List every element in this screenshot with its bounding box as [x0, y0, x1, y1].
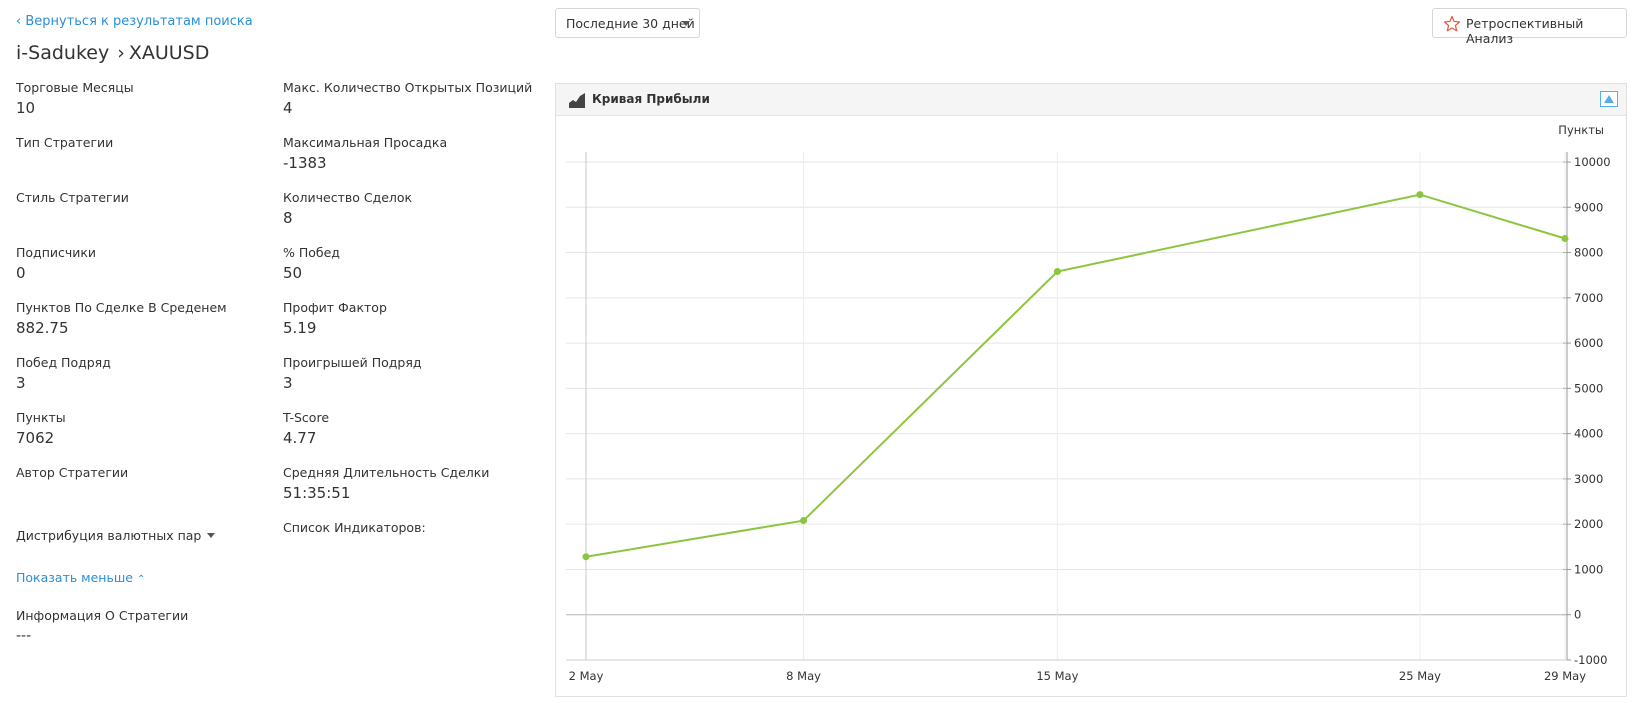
x-tick-label: 2 May — [569, 669, 604, 683]
chart-title: Кривая Прибыли — [592, 92, 710, 106]
stat-item: Тип Стратегии — [16, 135, 266, 154]
data-point — [800, 517, 808, 525]
stat-label: Список Индикаторов: — [283, 520, 426, 535]
stat-value: 50 — [283, 264, 303, 282]
stat-item: Подписчики 0 — [16, 245, 266, 282]
y-tick-label: 4000 — [1574, 427, 1603, 441]
stat-value: 3 — [16, 374, 26, 392]
stat-item: Стиль Стратегии — [16, 190, 266, 209]
y-tick-label: 1000 — [1574, 562, 1603, 576]
y-tick-label: 0 — [1574, 608, 1581, 622]
expand-icon[interactable] — [1600, 91, 1618, 107]
x-tick-label: 8 May — [786, 669, 821, 683]
stat-value: 10 — [16, 99, 36, 117]
stat-label: Количество Сделок — [283, 190, 413, 205]
data-point — [1416, 191, 1424, 199]
stat-item: % Побед 50 — [283, 245, 533, 282]
y-tick-label: 6000 — [1574, 336, 1603, 350]
stat-value: 3 — [283, 374, 293, 392]
stat-value: 51:35:51 — [283, 484, 351, 502]
y-tick-label: 3000 — [1574, 472, 1603, 486]
retrospective-analysis-label: Ретроспективный Анализ — [1466, 16, 1584, 46]
stat-item: Средняя Длительность Сделки 51:35:51 — [283, 465, 533, 502]
stat-value: -1383 — [283, 154, 327, 172]
stat-value: 7062 — [16, 429, 55, 447]
profit-curve-panel: Кривая Прибыли Пункты 10000 9000 8000 7000 60… — [555, 83, 1627, 697]
stat-label: Побед Подряд — [16, 355, 111, 370]
stat-item: Максимальная Просадка -1383 — [283, 135, 533, 172]
y-tick-label: -1000 — [1574, 653, 1607, 667]
period-selected-value: Последние 30 дней — [566, 16, 695, 31]
y-tick-label: 2000 — [1574, 517, 1603, 531]
star-icon — [1443, 15, 1461, 32]
strategy-info-label: Информация О Стратегии — [16, 608, 189, 623]
y-tick-label: 10000 — [1574, 155, 1611, 169]
stat-item: T-Score 4.77 — [283, 410, 533, 447]
stat-label: % Побед — [283, 245, 340, 260]
stat-item: Пункты 7062 — [16, 410, 266, 447]
y-tick-label: 5000 — [1574, 381, 1603, 395]
retrospective-analysis-button[interactable]: Ретроспективный Анализ — [1432, 8, 1627, 46]
stat-label: Пунктов По Сделке В Среденем — [16, 300, 227, 315]
trader-name: i-Sadukey — [16, 42, 110, 64]
stat-item: Список Индикаторов: — [283, 520, 533, 539]
stat-label: Пункты — [16, 410, 66, 425]
profit-series-line — [585, 193, 1566, 558]
x-tick-label: 25 May — [1399, 669, 1441, 683]
stat-label: Макс. Количество Открытых Позиций — [283, 80, 533, 95]
stat-item: Количество Сделок 8 — [283, 190, 533, 227]
y-tick-label: 8000 — [1574, 246, 1603, 260]
show-less-label: Показать меньше — [16, 570, 133, 585]
stat-item: Автор Стратегии — [16, 465, 266, 484]
chevron-up-icon: ⌃ — [136, 574, 146, 585]
stat-value: 4.77 — [283, 429, 317, 447]
stat-label: Подписчики — [16, 245, 97, 260]
chevron-down-icon — [207, 533, 216, 538]
x-tick-label: 15 May — [1036, 669, 1078, 683]
stat-label: Максимальная Просадка — [283, 135, 448, 150]
stat-label: Автор Стратегии — [16, 465, 129, 480]
stat-item: Макс. Количество Открытых Позиций 4 — [283, 80, 533, 117]
stat-item: Пунктов По Сделке В Среденем 882.75 — [16, 300, 266, 337]
period-select[interactable]: Последние 30 дней — [555, 8, 700, 38]
y-tick-label: 9000 — [1574, 200, 1603, 214]
page-title: i-Sadukey › XAUUSD — [16, 42, 209, 64]
stat-label: Профит Фактор — [283, 300, 387, 315]
stat-value: 8 — [283, 209, 293, 227]
y-axis-label: Пункты — [1558, 123, 1604, 137]
data-point — [1053, 268, 1061, 276]
stat-item: Проигрышей Подряд 3 — [283, 355, 533, 392]
chevron-down-icon — [682, 21, 690, 26]
profit-curve-chart: Пункты1000090008000700060005000400030002… — [566, 123, 1611, 683]
area-chart-icon — [569, 93, 585, 108]
stat-item: Профит Фактор 5.19 — [283, 300, 533, 337]
stat-value: 0 — [16, 264, 26, 282]
strategy-info-value: --- — [16, 628, 32, 644]
stat-item: Побед Подряд 3 — [16, 355, 266, 392]
currency-distribution-label: Дистрибуция валютных пар — [16, 528, 202, 543]
data-point — [1561, 235, 1569, 243]
data-point — [582, 553, 590, 561]
stat-label: T-Score — [283, 410, 330, 425]
x-tick-label: 29 May — [1544, 669, 1586, 683]
title-separator: › — [117, 42, 125, 64]
chart-header: Кривая Прибыли — [556, 84, 1626, 116]
stat-value: 4 — [283, 99, 293, 117]
symbol-name: XAUUSD — [128, 42, 210, 64]
stat-item: Торговые Месяцы 10 — [16, 80, 266, 117]
stat-label: Проигрышей Подряд — [283, 355, 422, 370]
currency-distribution-toggle[interactable]: Дистрибуция валютных пар — [16, 528, 216, 543]
stat-label: Средняя Длительность Сделки — [283, 465, 490, 480]
show-less-link[interactable]: Показать меньше ⌃ — [16, 570, 145, 585]
stat-label: Тип Стратегии — [16, 135, 114, 150]
back-to-search-link[interactable]: ‹ Вернуться к результатам поиска — [16, 14, 253, 29]
y-tick-label: 7000 — [1574, 291, 1603, 305]
stat-value: 5.19 — [283, 319, 317, 337]
stat-label: Торговые Месяцы — [16, 80, 134, 95]
stat-label: Стиль Стратегии — [16, 190, 129, 205]
stat-value: 882.75 — [16, 319, 69, 337]
